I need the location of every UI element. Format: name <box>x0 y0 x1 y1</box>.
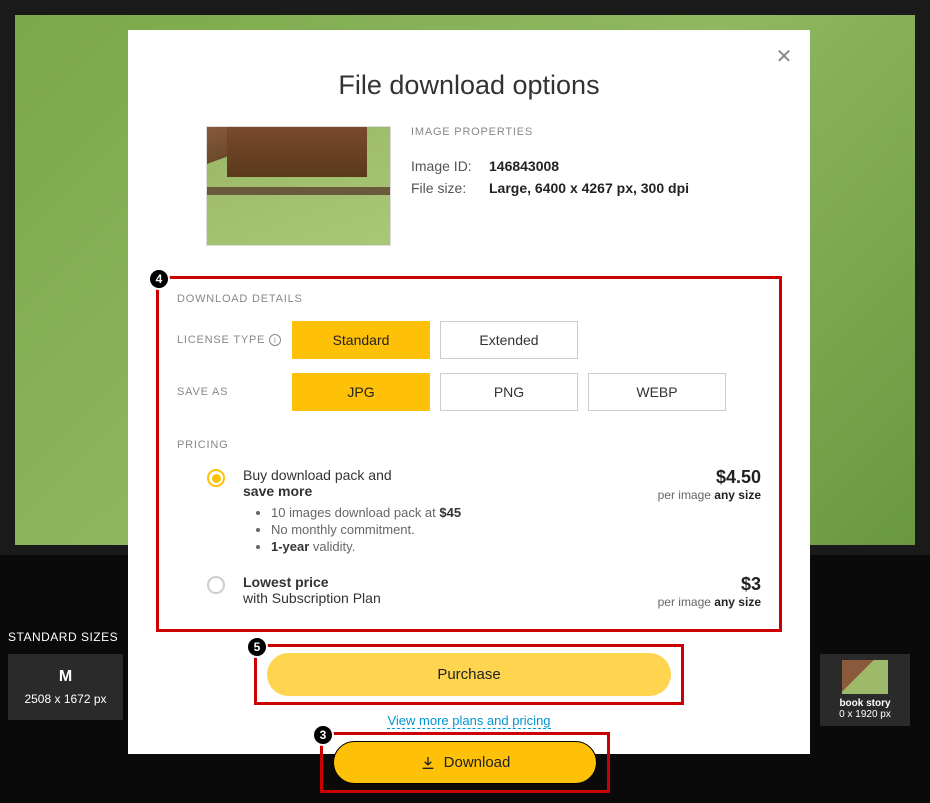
format-jpg-button[interactable]: JPG <box>292 373 430 411</box>
image-id-value: 146843008 <box>489 158 559 174</box>
filesize-label: File size: <box>411 180 481 196</box>
download-button[interactable]: Download <box>333 741 597 784</box>
pack-price-sub: per image any size <box>658 488 761 502</box>
download-options-modal: ✕ File download options IMAGE PROPERTIES… <box>128 30 810 754</box>
view-plans-link[interactable]: View more plans and pricing <box>387 713 550 729</box>
size-letter: M <box>14 668 117 686</box>
size-dimensions: 2508 x 1672 px <box>14 692 117 706</box>
purchase-button[interactable]: Purchase <box>267 653 671 696</box>
size-card-story[interactable]: book story 0 x 1920 px <box>820 654 910 726</box>
size-name: book story <box>826 698 904 709</box>
properties-header: IMAGE PROPERTIES <box>411 126 772 138</box>
format-webp-button[interactable]: WEBP <box>588 373 726 411</box>
pricing-header: PRICING <box>177 439 761 451</box>
subscription-price: $3 <box>658 574 761 595</box>
pricing-option-pack[interactable]: Buy download pack and save more 10 image… <box>177 467 761 556</box>
step-badge-5: 5 <box>246 636 268 658</box>
download-highlight: 3 Download <box>320 732 610 793</box>
modal-title: File download options <box>166 70 772 101</box>
saveas-label: SAVE AS <box>177 386 292 398</box>
subscription-price-sub: per image any size <box>658 595 761 609</box>
pack-price: $4.50 <box>658 467 761 488</box>
step-badge-3: 3 <box>312 724 334 746</box>
image-properties: IMAGE PROPERTIES Image ID: 146843008 Fil… <box>166 126 772 246</box>
purchase-highlight: 5 Purchase <box>254 644 684 705</box>
download-details: 4 DOWNLOAD DETAILS LICENSE TYPE i Standa… <box>156 276 782 632</box>
image-id-label: Image ID: <box>411 158 481 174</box>
size-dimensions: 0 x 1920 px <box>826 709 904 720</box>
size-thumb <box>842 660 888 694</box>
close-icon[interactable]: ✕ <box>772 44 796 68</box>
radio-subscription[interactable] <box>207 576 225 594</box>
download-icon <box>420 755 436 771</box>
filesize-value: Large, 6400 x 4267 px, 300 dpi <box>489 180 689 196</box>
radio-pack[interactable] <box>207 469 225 487</box>
pack-details-list: 10 images download pack at $45 No monthl… <box>271 505 640 554</box>
image-thumbnail <box>206 126 391 246</box>
format-png-button[interactable]: PNG <box>440 373 578 411</box>
license-standard-button[interactable]: Standard <box>292 321 430 359</box>
pricing-option-subscription[interactable]: Lowest price with Subscription Plan $3 p… <box>177 574 761 609</box>
license-type-label: LICENSE TYPE i <box>177 334 292 346</box>
license-extended-button[interactable]: Extended <box>440 321 578 359</box>
details-header: DOWNLOAD DETAILS <box>177 293 761 305</box>
step-badge-4: 4 <box>148 268 170 290</box>
info-icon[interactable]: i <box>269 334 281 346</box>
size-card-m[interactable]: M 2508 x 1672 px <box>8 654 123 720</box>
